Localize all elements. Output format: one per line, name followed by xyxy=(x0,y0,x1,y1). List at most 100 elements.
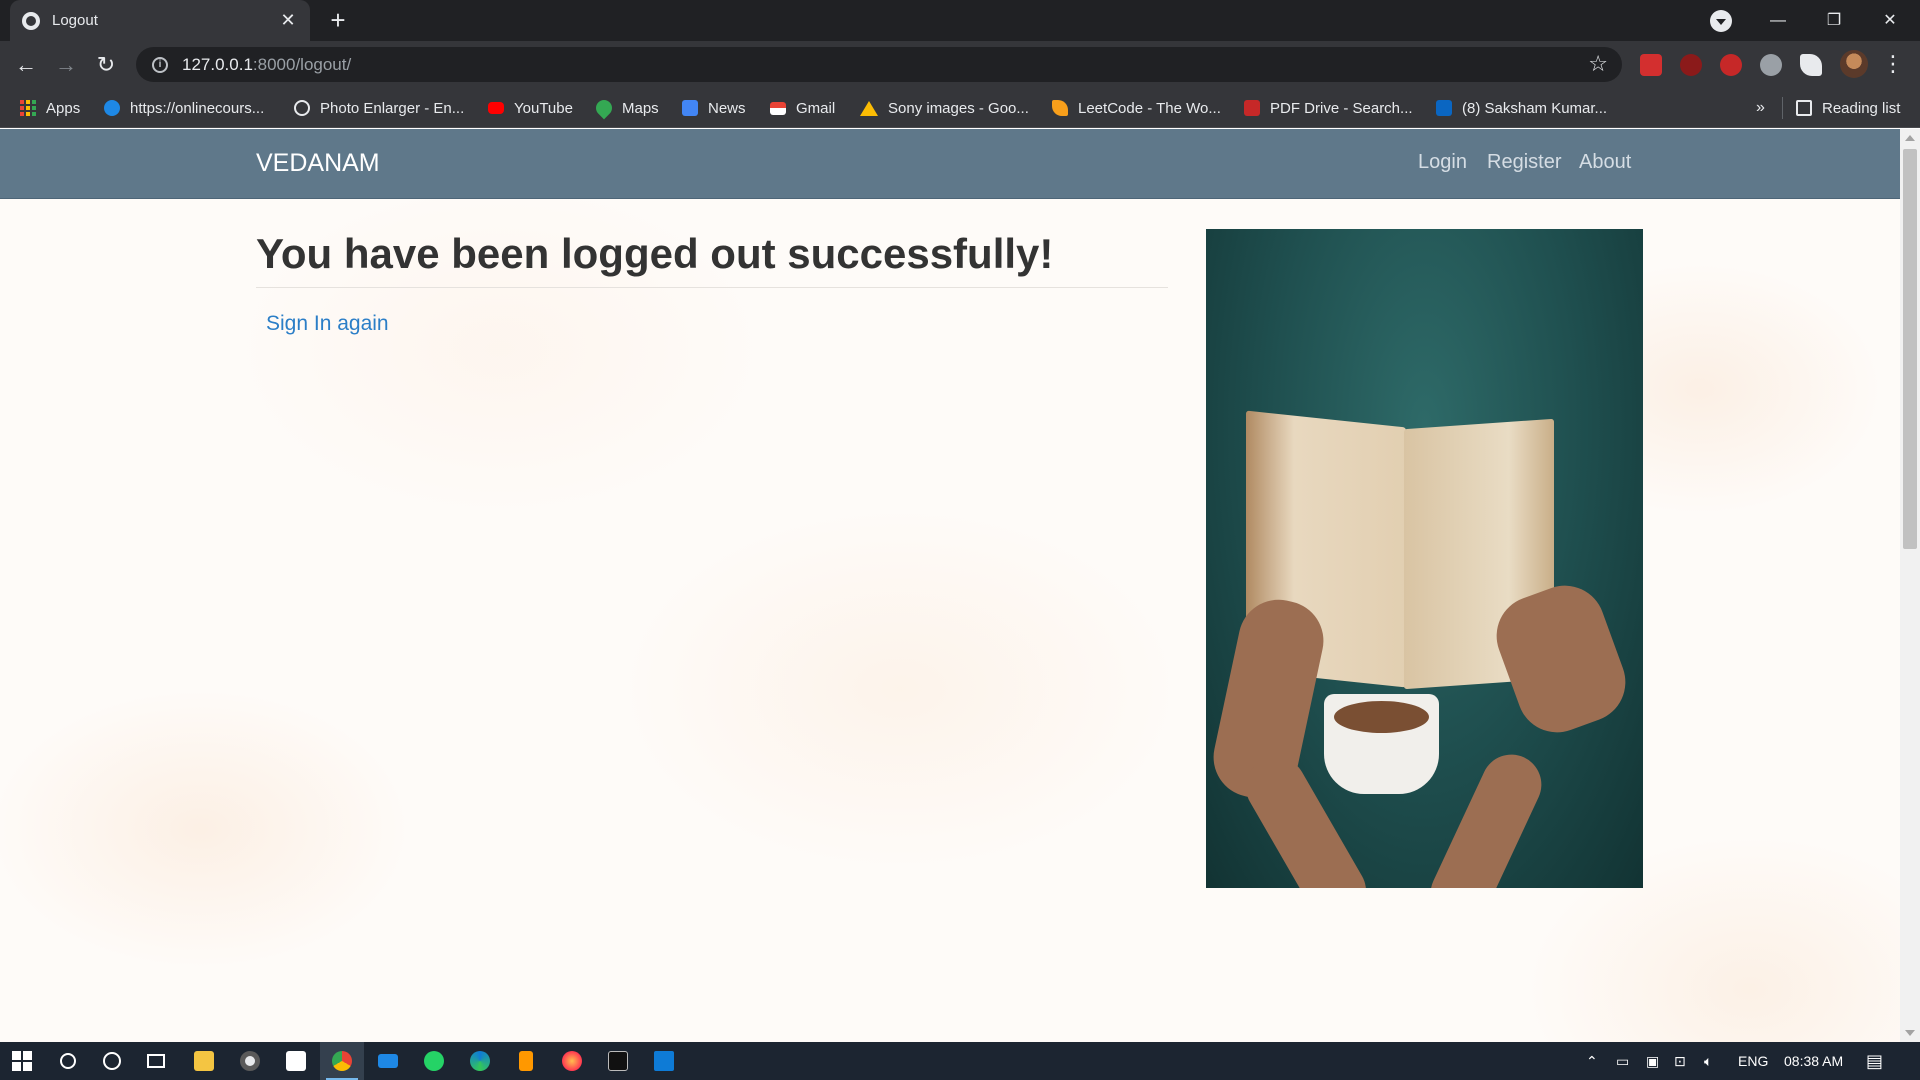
sign-in-again-link[interactable]: Sign In again xyxy=(266,312,389,336)
page-scrollbar[interactable] xyxy=(1900,129,1920,1042)
bookmark-onlinecourses[interactable]: https://onlinecours... xyxy=(104,88,264,128)
taskbar-firefox[interactable] xyxy=(550,1042,594,1080)
browser-menu-icon[interactable]: ⋮ xyxy=(1882,51,1904,77)
battery-icon[interactable]: ▭ xyxy=(1616,1042,1629,1080)
pocket-extension-icon[interactable] xyxy=(1640,54,1662,76)
bookmark-apps[interactable]: Apps xyxy=(20,88,80,128)
blocker-extension-icon[interactable] xyxy=(1720,54,1742,76)
maps-icon xyxy=(592,96,616,120)
show-hidden-icons-button[interactable]: ⌃ xyxy=(1586,1042,1598,1080)
linkedin-icon xyxy=(1436,100,1452,116)
taskbar-whatsapp[interactable] xyxy=(412,1042,456,1080)
bookmark-label: PDF Drive - Search... xyxy=(1270,99,1413,117)
taskbar-vscode[interactable] xyxy=(642,1042,686,1080)
windows-logo-icon xyxy=(12,1051,32,1071)
bookmark-news[interactable]: News xyxy=(682,88,746,128)
address-bar[interactable]: i 127.0.0.1:8000/logout/ ☆ xyxy=(136,47,1622,82)
scroll-down-arrow-icon[interactable] xyxy=(1905,1030,1915,1036)
taskbar-terminal[interactable] xyxy=(596,1042,640,1080)
page-title: You have been logged out successfully! xyxy=(256,230,1054,277)
cloud-extension-icon[interactable] xyxy=(1760,54,1782,76)
red-extension-icon[interactable] xyxy=(1680,54,1702,76)
extensions-puzzle-icon[interactable] xyxy=(1800,54,1822,76)
page-viewport: VEDANAM Login Register About You have be… xyxy=(0,129,1900,1042)
reading-list-button[interactable]: Reading list xyxy=(1796,88,1900,128)
reading-list-icon xyxy=(1796,100,1812,116)
url-host: 127.0.0.1 xyxy=(182,54,253,74)
scroll-up-arrow-icon[interactable] xyxy=(1905,135,1915,141)
language-indicator[interactable]: ENG xyxy=(1738,1042,1768,1080)
bookmark-leetcode[interactable]: LeetCode - The Wo... xyxy=(1052,88,1221,128)
taskbar-file-explorer[interactable] xyxy=(182,1042,226,1080)
task-view-button[interactable] xyxy=(134,1042,178,1080)
search-button[interactable] xyxy=(46,1042,90,1080)
store-bag-icon xyxy=(286,1051,306,1071)
magnifier-icon xyxy=(294,100,310,116)
mail-icon xyxy=(378,1054,398,1068)
bookmark-label: https://onlinecours... xyxy=(130,99,265,117)
search-icon xyxy=(60,1053,76,1069)
bookmark-photo-enlarger[interactable]: Photo Enlarger - En... xyxy=(294,88,464,128)
bookmark-linkedin[interactable]: (8) Saksham Kumar... xyxy=(1436,88,1607,128)
nav-register-link[interactable]: Register xyxy=(1487,151,1561,174)
minimize-window-button[interactable]: — xyxy=(1750,0,1806,41)
new-tab-button[interactable]: + xyxy=(324,6,352,34)
terminal-icon xyxy=(608,1051,628,1071)
taskbar-edge[interactable] xyxy=(458,1042,502,1080)
task-view-icon xyxy=(147,1054,165,1068)
forward-button[interactable]: → xyxy=(50,49,82,81)
nav-login-link[interactable]: Login xyxy=(1418,151,1467,174)
site-info-icon[interactable]: i xyxy=(152,56,168,73)
taskbar-media-app[interactable] xyxy=(228,1042,272,1080)
taskbar-sublime[interactable] xyxy=(504,1042,548,1080)
device-icon[interactable]: ▣ xyxy=(1646,1042,1659,1080)
sublime-text-icon xyxy=(519,1051,533,1071)
bookmark-label: Photo Enlarger - En... xyxy=(320,99,465,117)
drive-icon xyxy=(860,100,878,116)
cortana-icon xyxy=(103,1052,121,1070)
start-button[interactable] xyxy=(0,1042,44,1080)
taskbar-mail[interactable] xyxy=(366,1042,410,1080)
bookmark-label: YouTube xyxy=(514,99,573,117)
taskbar-chrome[interactable] xyxy=(320,1042,364,1080)
bookmark-label: (8) Saksham Kumar... xyxy=(1462,99,1608,117)
cortana-button[interactable] xyxy=(90,1042,134,1080)
taskbar-store[interactable] xyxy=(274,1042,318,1080)
gmail-icon xyxy=(770,101,786,115)
restore-window-button[interactable]: ❐ xyxy=(1806,0,1862,41)
nav-about-link[interactable]: About xyxy=(1579,151,1631,174)
tab-close-button[interactable]: ✕ xyxy=(278,10,298,31)
site-brand[interactable]: VEDANAM xyxy=(256,149,380,178)
network-icon[interactable]: ⊡ xyxy=(1674,1042,1686,1080)
reading-list-label: Reading list xyxy=(1822,99,1901,117)
volume-icon[interactable]: 🔈︎ xyxy=(1704,1042,1712,1080)
bookmarks-divider xyxy=(1782,97,1783,119)
profile-avatar[interactable] xyxy=(1840,50,1868,78)
heading-divider xyxy=(256,287,1168,288)
action-center-icon[interactable]: ▤ xyxy=(1866,1042,1883,1080)
bookmarks-overflow-button[interactable]: » xyxy=(1756,88,1765,128)
bookmark-gmail[interactable]: Gmail xyxy=(770,88,835,128)
bookmark-label: Sony images - Goo... xyxy=(888,99,1029,117)
leetcode-icon xyxy=(1052,100,1068,116)
tab-search-icon[interactable] xyxy=(1710,10,1732,32)
news-icon xyxy=(682,100,698,116)
browser-tab-logout[interactable]: Logout ✕ xyxy=(10,0,310,41)
bookmark-youtube[interactable]: YouTube xyxy=(488,88,573,128)
bookmark-sony-images[interactable]: Sony images - Goo... xyxy=(860,88,1029,128)
bookmark-star-icon[interactable]: ☆ xyxy=(1588,51,1608,77)
windows-taskbar: ⌃ ▭ ▣ ⊡ 🔈︎ ENG 08:38 AM ▤ xyxy=(0,1042,1920,1080)
bookmark-label: Apps xyxy=(46,99,81,117)
close-window-button[interactable]: ✕ xyxy=(1862,0,1918,41)
firefox-icon xyxy=(562,1051,582,1071)
clock[interactable]: 08:38 AM xyxy=(1784,1042,1843,1080)
book-and-coffee-photo xyxy=(1206,229,1643,888)
bookmarks-bar: Apps https://onlinecours... Photo Enlarg… xyxy=(0,88,1920,128)
reload-button[interactable]: ↻ xyxy=(90,49,122,81)
edge-icon xyxy=(470,1051,490,1071)
bookmark-pdf-drive[interactable]: PDF Drive - Search... xyxy=(1244,88,1413,128)
back-button[interactable]: ← xyxy=(10,49,42,81)
scrollbar-thumb[interactable] xyxy=(1903,149,1917,549)
globe-icon xyxy=(104,100,120,116)
bookmark-maps[interactable]: Maps xyxy=(592,88,659,128)
